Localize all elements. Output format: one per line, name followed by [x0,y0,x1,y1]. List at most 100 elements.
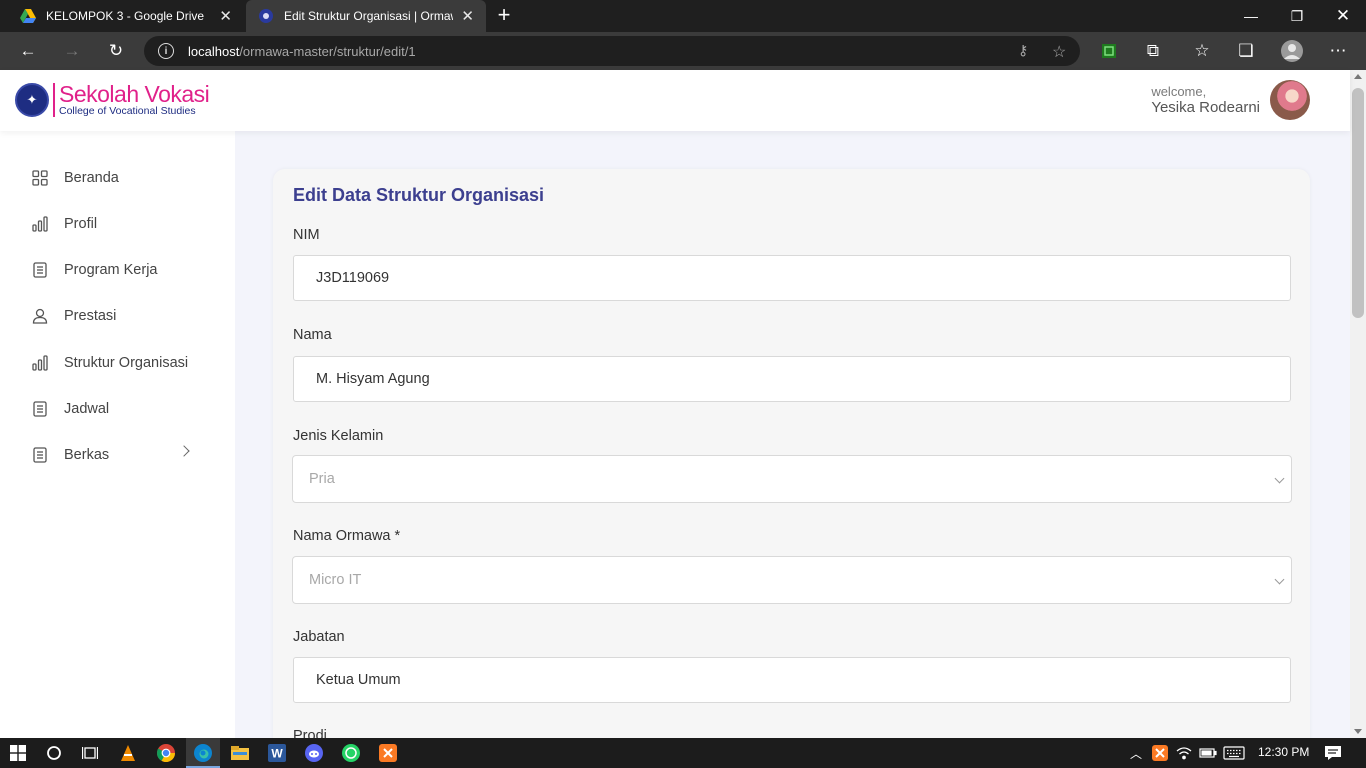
svg-text:W: W [271,747,283,761]
xampp-tray-icon[interactable] [1148,741,1172,765]
close-tab-icon[interactable]: ✕ [461,7,474,25]
new-tab-button[interactable]: + [492,4,516,28]
sidebar-item-jadwal[interactable]: Jadwal [30,394,200,424]
discord-icon[interactable] [302,741,326,765]
jenis-kelamin-value: Pria [309,471,335,487]
nama-ormawa-select[interactable]: Micro IT [292,556,1292,604]
welcome-text: welcome, [1151,84,1207,99]
bar-chart-icon [30,353,50,373]
sidebar-item-berkas[interactable]: Berkas [30,440,200,470]
clock-time[interactable]: 12:30 PM [1258,745,1309,759]
key-icon[interactable]: ⚷ [1018,42,1028,59]
nim-input[interactable] [293,255,1291,301]
document-icon [30,260,50,280]
jabatan-label: Jabatan [293,629,345,645]
notifications-icon[interactable] [1321,741,1345,765]
edge-icon[interactable] [191,741,215,765]
url-path: /ormawa-master/struktur/edit/1 [239,43,416,59]
sidebar-item-beranda[interactable]: Beranda [30,163,200,193]
ipb-favicon-icon [258,8,274,24]
sidebar-item-profil[interactable]: Profil [30,209,200,239]
word-icon[interactable]: W [265,741,289,765]
scroll-up-arrow-icon[interactable] [1354,74,1362,79]
sidebar-item-program-kerja[interactable]: Program Kerja [30,255,200,285]
url-host: localhost [188,43,240,59]
sidebar-item-label: Berkas [64,447,110,463]
tab-title: KELOMPOK 3 - Google Drive [46,9,205,23]
windows-taskbar: W ︿ 12:30 PM [0,738,1366,768]
grid-icon [30,168,50,188]
nama-label: Nama [293,327,332,343]
document-icon [30,445,50,465]
close-window-button[interactable]: ✕ [1320,0,1366,32]
document-icon [30,399,50,419]
scroll-down-arrow-icon[interactable] [1354,729,1362,734]
more-menu-icon[interactable]: ⋯ [1324,37,1352,65]
show-hidden-icons-chevron-icon[interactable]: ︿ [1124,741,1148,765]
extensions-puzzle-icon[interactable]: ⧉ [1139,37,1167,65]
extension-green-icon[interactable] [1095,37,1123,65]
sidebar: Beranda Profil Program Kerja Prestasi St… [0,131,235,738]
sidebar-item-label: Prestasi [64,308,117,324]
site-info-icon[interactable]: i [158,43,174,59]
browser-tab-strip: KELOMPOK 3 - Google Drive ✕ Edit Struktu… [0,0,1366,32]
jenis-kelamin-label: Jenis Kelamin [293,428,384,444]
forward-button[interactable]: → [58,37,86,65]
add-favorite-icon[interactable]: ☆ [1052,42,1066,62]
edit-form-card: Edit Data Struktur Organisasi NIM Nama J… [273,169,1310,738]
sidebar-item-prestasi[interactable]: Prestasi [30,301,200,331]
page-scrollbar[interactable] [1350,70,1366,738]
battery-icon[interactable] [1196,741,1220,765]
chevron-down-icon [1274,574,1285,585]
sidebar-item-struktur-organisasi[interactable]: Struktur Organisasi [30,348,200,378]
minimize-button[interactable]: — [1228,0,1274,32]
bar-chart-icon [30,214,50,234]
chevron-down-icon [1274,473,1285,484]
xampp-icon[interactable] [376,741,400,765]
google-drive-icon [20,8,36,24]
jenis-kelamin-select[interactable]: Pria [292,455,1292,503]
profile-icon[interactable] [1278,37,1306,65]
sekolah-vokasi-logo[interactable]: ✦ Sekolah Vokasi College of Vocational S… [15,81,210,117]
nama-ormawa-label: Nama Ormawa * [293,528,401,544]
chrome-icon[interactable] [154,741,178,765]
nim-label: NIM [293,227,320,243]
ipb-seal-icon: ✦ [15,83,49,117]
browser-toolbar: ← → ↻ i localhost/ormawa-master/struktur… [0,32,1366,70]
reload-button[interactable]: ↻ [102,37,130,65]
whatsapp-icon[interactable] [339,741,363,765]
keyboard-icon[interactable] [1222,741,1246,765]
form-title: Edit Data Struktur Organisasi [293,185,545,205]
avatar[interactable] [1270,80,1310,120]
vlc-icon[interactable] [116,741,140,765]
search-icon[interactable] [42,741,66,765]
tab-title: Edit Struktur Organisasi | Ormaw [284,9,454,23]
app-header: ✦ Sekolah Vokasi College of Vocational S… [0,70,1350,131]
nama-input[interactable] [293,356,1291,402]
file-explorer-icon[interactable] [228,741,252,765]
restore-button[interactable]: ❐ [1274,0,1320,32]
browser-tab-google-drive[interactable]: KELOMPOK 3 - Google Drive ✕ [8,0,244,32]
wifi-icon[interactable] [1172,741,1196,765]
sidebar-item-label: Program Kerja [64,262,158,278]
windows-start-icon[interactable] [6,741,30,765]
jabatan-input[interactable] [293,657,1291,703]
chevron-right-icon [178,445,190,457]
scrollbar-thumb[interactable] [1352,88,1364,318]
close-tab-icon[interactable]: ✕ [219,7,232,25]
address-bar[interactable]: i localhost/ormawa-master/struktur/edit/… [144,36,1080,66]
browser-tab-edit-struktur[interactable]: Edit Struktur Organisasi | Ormaw ✕ [246,0,486,32]
logo-divider [53,83,55,117]
sidebar-item-label: Struktur Organisasi [64,355,189,371]
user-icon [30,306,50,326]
logo-title: Sekolah Vokasi [59,81,210,107]
favorites-icon[interactable]: ☆ [1188,37,1216,65]
task-view-icon[interactable] [78,741,102,765]
collections-icon[interactable]: ❏ [1232,37,1260,65]
prodi-label: Prodi [293,728,327,738]
sidebar-item-label: Beranda [64,170,119,186]
user-menu[interactable]: welcome, Yesika Rodearni [1151,80,1310,120]
main-content: Edit Data Struktur Organisasi NIM Nama J… [235,131,1350,738]
logo-subtitle: College of Vocational Studies [59,105,196,117]
back-button[interactable]: ← [14,37,42,65]
